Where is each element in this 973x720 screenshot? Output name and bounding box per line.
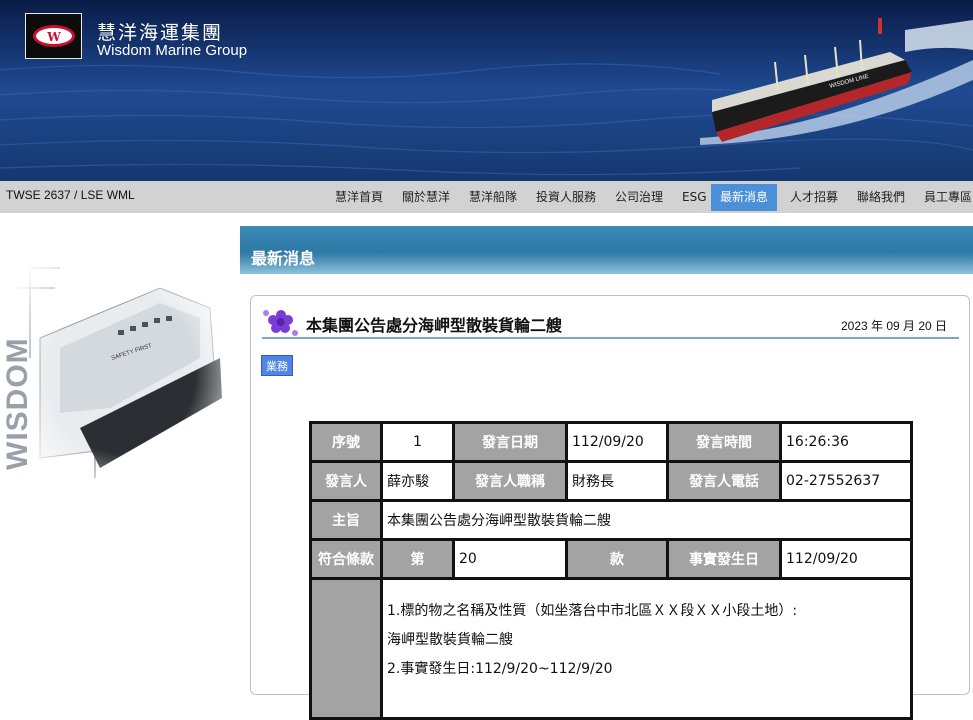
stock-ticker: TWSE 2637 / LSE WML — [6, 188, 135, 202]
seq-value: 1 — [380, 421, 455, 463]
speaker-value: 薛亦駿 — [380, 460, 455, 502]
nav-item-investors[interactable]: 投資人服務 — [536, 184, 596, 211]
time-label: 發言時間 — [666, 421, 782, 463]
occur-date-label: 事實發生日 — [666, 538, 782, 580]
table-row: 1.標的物之名稱及性質（如坐落台中市北區ＸＸ段ＸＸ小段土地）: 海岬型散裝貨輪二… — [309, 577, 913, 720]
nav-item-esg[interactable]: ESG — [682, 184, 707, 211]
nav-item-home[interactable]: 慧洋首頁 — [335, 184, 383, 211]
nav-item-news[interactable]: 最新消息 — [711, 184, 778, 211]
article-date: 2023 年 09 月 20 日 — [841, 319, 948, 333]
company-name-en: Wisdom Marine Group — [97, 42, 248, 59]
date-value: 112/09/20 — [565, 421, 669, 463]
nav-item-contact[interactable]: 聯絡我們 — [857, 184, 905, 211]
nav-item-fleet[interactable]: 慧洋船隊 — [469, 184, 517, 211]
table-row: 序號 1 發言日期 112/09/20 發言時間 16:26:36 — [309, 421, 913, 463]
time-value: 16:26:36 — [779, 421, 913, 463]
header-banner: WISDOM LINE W 慧洋海運集團 Wisdom Marine Group — [0, 0, 973, 181]
description-line: 1.標的物之名稱及性質（如坐落台中市北區ＸＸ段ＸＸ小段土地）: — [387, 603, 798, 619]
title-divider — [262, 337, 959, 339]
company-logo[interactable]: W — [25, 13, 82, 59]
top-nav-bar: TWSE 2637 / LSE WML 慧洋首頁 關於慧洋 慧洋船隊 投資人服務… — [0, 181, 973, 213]
category-tag[interactable]: 業務 — [261, 355, 293, 376]
logo-letter: W — [47, 30, 61, 44]
section-header-bar: 最新消息 — [240, 226, 973, 274]
table-row: 主旨 本集團公告處分海岬型散裝貨輪二艘 — [309, 499, 913, 541]
article-title: 本集團公告處分海岬型散裝貨輪二艘 — [306, 316, 563, 335]
description-line: 2.事實發生日:112/9/20~112/9/20 — [387, 661, 613, 677]
clause-suffix: 款 — [565, 538, 669, 580]
clause-prefix: 第 — [380, 538, 455, 580]
subject-label: 主旨 — [309, 499, 383, 541]
announcement-table: 序號 1 發言日期 112/09/20 發言時間 16:26:36 發言人 薛亦… — [309, 421, 913, 720]
section-title: 最新消息 — [251, 249, 316, 268]
nav-item-governance[interactable]: 公司治理 — [615, 184, 663, 211]
flower-icon — [263, 310, 298, 336]
date-label: 發言日期 — [452, 421, 568, 463]
table-row: 符合條款 第 20 款 事實發生日 112/09/20 — [309, 538, 913, 580]
subject-value: 本集團公告處分海岬型散裝貨輪二艘 — [380, 499, 913, 541]
nav-item-staff[interactable]: 員工專區 — [924, 184, 972, 211]
speaker-title-label: 發言人職稱 — [452, 460, 568, 502]
speaker-title-value: 財務長 — [565, 460, 669, 502]
nav-item-about[interactable]: 關於慧洋 — [402, 184, 450, 211]
company-name-zh: 慧洋海運集團 — [97, 22, 224, 44]
speaker-label: 發言人 — [309, 460, 383, 502]
description-value: 1.標的物之名稱及性質（如坐落台中市北區ＸＸ段ＸＸ小段土地）: 海岬型散裝貨輪二… — [380, 577, 913, 720]
nav-item-careers[interactable]: 人才招募 — [790, 184, 838, 211]
clause-value: 20 — [452, 538, 568, 580]
clause-label: 符合條款 — [309, 538, 383, 580]
logo-oval: W — [33, 25, 75, 47]
phone-value: 02-27552637 — [779, 460, 913, 502]
side-watermark-text: WISDOM — [1, 337, 34, 470]
occur-date-value: 112/09/20 — [779, 538, 913, 580]
table-row: 發言人 薛亦駿 發言人職稱 財務長 發言人電話 02-27552637 — [309, 460, 913, 502]
description-label — [309, 577, 383, 720]
description-line: 海岬型散裝貨輪二艘 — [387, 632, 513, 648]
seq-label: 序號 — [309, 421, 383, 463]
phone-label: 發言人電話 — [666, 460, 782, 502]
